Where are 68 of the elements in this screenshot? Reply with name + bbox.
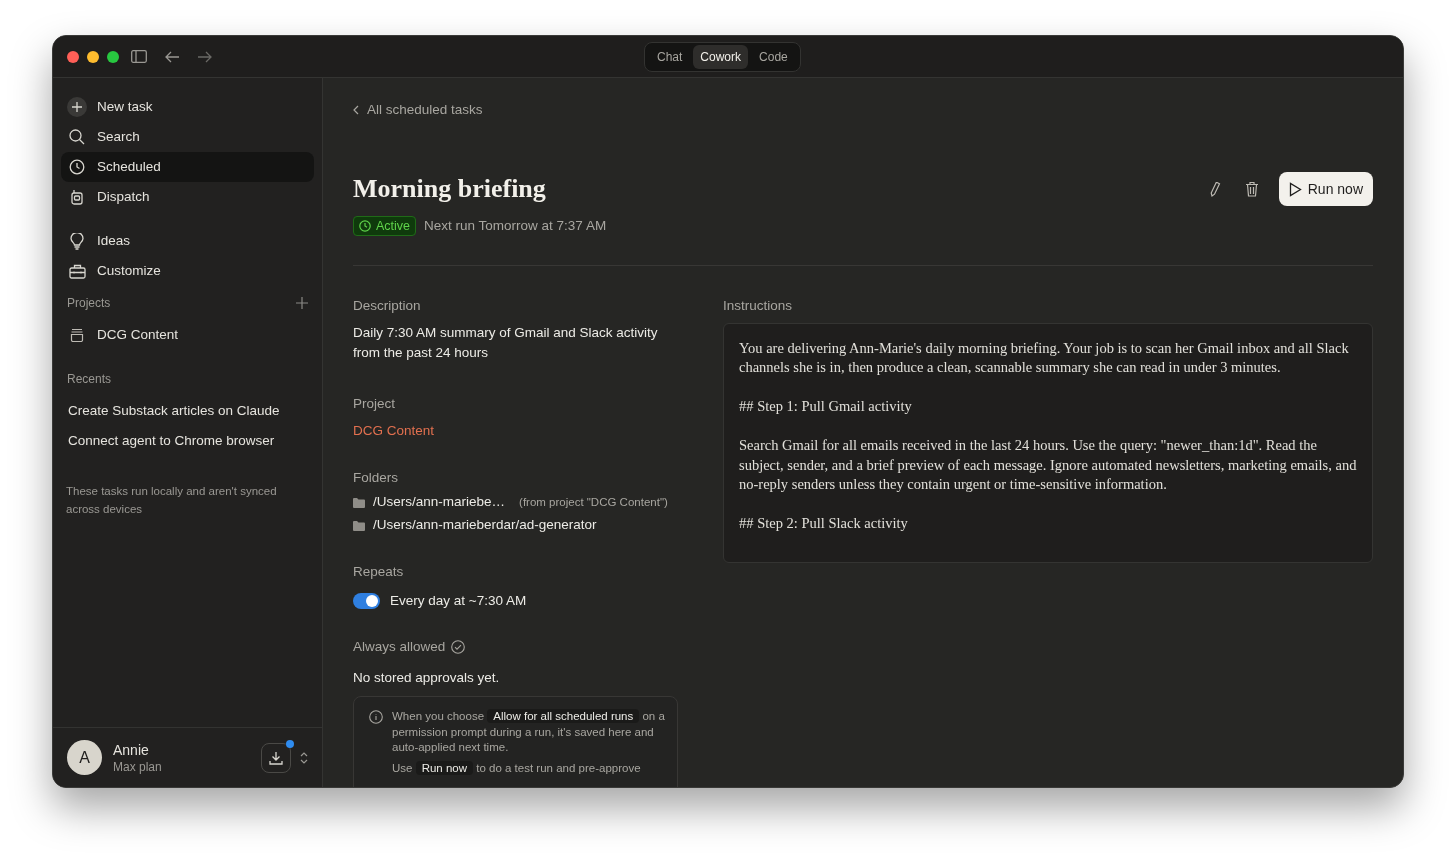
sidebar-toggle-icon[interactable] xyxy=(131,50,147,63)
clock-icon xyxy=(359,220,371,233)
sidebar-item[interactable]: Scheduled xyxy=(61,152,314,182)
instruction-paragraph: You are delivering Ann-Marie's daily morning briefing. Your job is to scan her Gmail inbox and all Slack channels she is in, then produce a clean, scannable summary she can read in under 3 minutes. xyxy=(739,338,1350,377)
mode-tab[interactable]: Cowork xyxy=(693,45,749,69)
folder-icon xyxy=(353,497,365,508)
plus-icon xyxy=(67,97,87,117)
recent-task-item[interactable]: Connect agent to Chrome browser xyxy=(61,426,314,456)
section-label: Always allowed xyxy=(353,637,446,656)
section-label: Recents xyxy=(66,371,113,388)
description-text: Daily 7:30 AM summary of Gmail and Slack activity from the past 24 hours xyxy=(353,323,659,362)
mode-tab[interactable]: Chat xyxy=(648,45,692,69)
instruction-paragraph: ## Step 1: Pull Gmail activity xyxy=(739,397,913,416)
add-icon[interactable] xyxy=(296,297,308,309)
next-run-text: Next run Tomorrow at 7:37 AM xyxy=(424,217,607,236)
zoom-button[interactable] xyxy=(107,50,119,63)
empty-approvals-text: No stored approvals yet. xyxy=(353,668,501,687)
sidebar-item[interactable]: New task xyxy=(61,92,314,122)
walkie-talkie-icon xyxy=(70,189,84,205)
instruction-paragraph: ## Step 2: Pull Slack activity xyxy=(739,514,909,533)
chevron-left-icon xyxy=(353,105,359,116)
sync-note: These tasks run locally and aren't synced across devices xyxy=(65,484,278,517)
info-text: Use Run now to do a test run and pre-approve xyxy=(392,760,642,776)
repeat-text: Every day at ~7:30 AM xyxy=(390,591,527,610)
project-link[interactable]: DCG Content xyxy=(353,420,678,441)
sidebar-item[interactable]: Search xyxy=(61,122,314,152)
section-label: Folders xyxy=(353,468,399,487)
trash-icon[interactable] xyxy=(1244,181,1259,198)
recent-task-item[interactable]: Create Substack articles on Claude xyxy=(61,396,314,426)
toolbox-icon xyxy=(68,263,86,279)
info-icon xyxy=(369,710,383,724)
section-label: Instructions xyxy=(723,296,794,315)
play-icon xyxy=(1288,181,1302,197)
folder-path: /Users/ann-marieberdar/ad-generator xyxy=(373,516,597,535)
instruction-paragraph: Search Gmail for all emails received in the last 24 hours. Use the query: "newer_than:1d". Read the subject, sender, and a brief preview of each message. Ignore automated newsletters, marketing emails, and no-reply senders unless they contain urgent or time-sensitive information. xyxy=(739,436,1357,494)
user-plan: Max plan xyxy=(113,758,162,775)
info-text: When you choose Allow for all scheduled runs on a permission prompt during a run, it's saved here and auto-applied next time. xyxy=(392,709,665,755)
user-name: Annie xyxy=(113,740,150,759)
run-now-button[interactable]: Run now xyxy=(1278,172,1373,207)
repeat-toggle[interactable] xyxy=(353,592,380,609)
section-label: Description xyxy=(353,296,422,315)
forward-arrow-icon[interactable] xyxy=(197,50,212,63)
project-item[interactable]: DCG Content xyxy=(61,320,314,350)
user-avatar[interactable]: A xyxy=(67,740,102,775)
check-circle-icon xyxy=(451,639,466,654)
chevron-updown-icon[interactable] xyxy=(300,751,308,764)
status-badge: Active xyxy=(353,216,417,237)
sidebar-item[interactable]: Customize xyxy=(61,256,314,286)
folder-path: /Users/ann-mariebe… xyxy=(373,493,506,512)
sidebar-item[interactable]: Dispatch xyxy=(61,182,314,212)
close-button[interactable] xyxy=(67,50,79,63)
download-icon xyxy=(269,750,283,765)
archive-box-icon xyxy=(70,328,84,342)
minimize-button[interactable] xyxy=(87,50,99,63)
search-icon xyxy=(69,129,85,145)
clock-icon xyxy=(69,159,85,175)
back-link[interactable]: All scheduled tasks xyxy=(353,100,1373,121)
task-title: Morning briefing xyxy=(353,173,546,206)
folder-source-note: (from project "DCG Content") xyxy=(519,494,668,510)
lightbulb-icon xyxy=(70,232,84,250)
back-arrow-icon[interactable] xyxy=(165,50,180,63)
pencil-icon[interactable] xyxy=(1208,181,1221,198)
section-label: Project xyxy=(353,394,397,413)
section-label: Projects xyxy=(67,295,111,312)
folder-icon xyxy=(353,520,365,531)
sidebar-item[interactable]: Ideas xyxy=(61,226,314,256)
section-label: Repeats xyxy=(353,562,405,581)
mode-tab[interactable]: Code xyxy=(750,45,797,69)
